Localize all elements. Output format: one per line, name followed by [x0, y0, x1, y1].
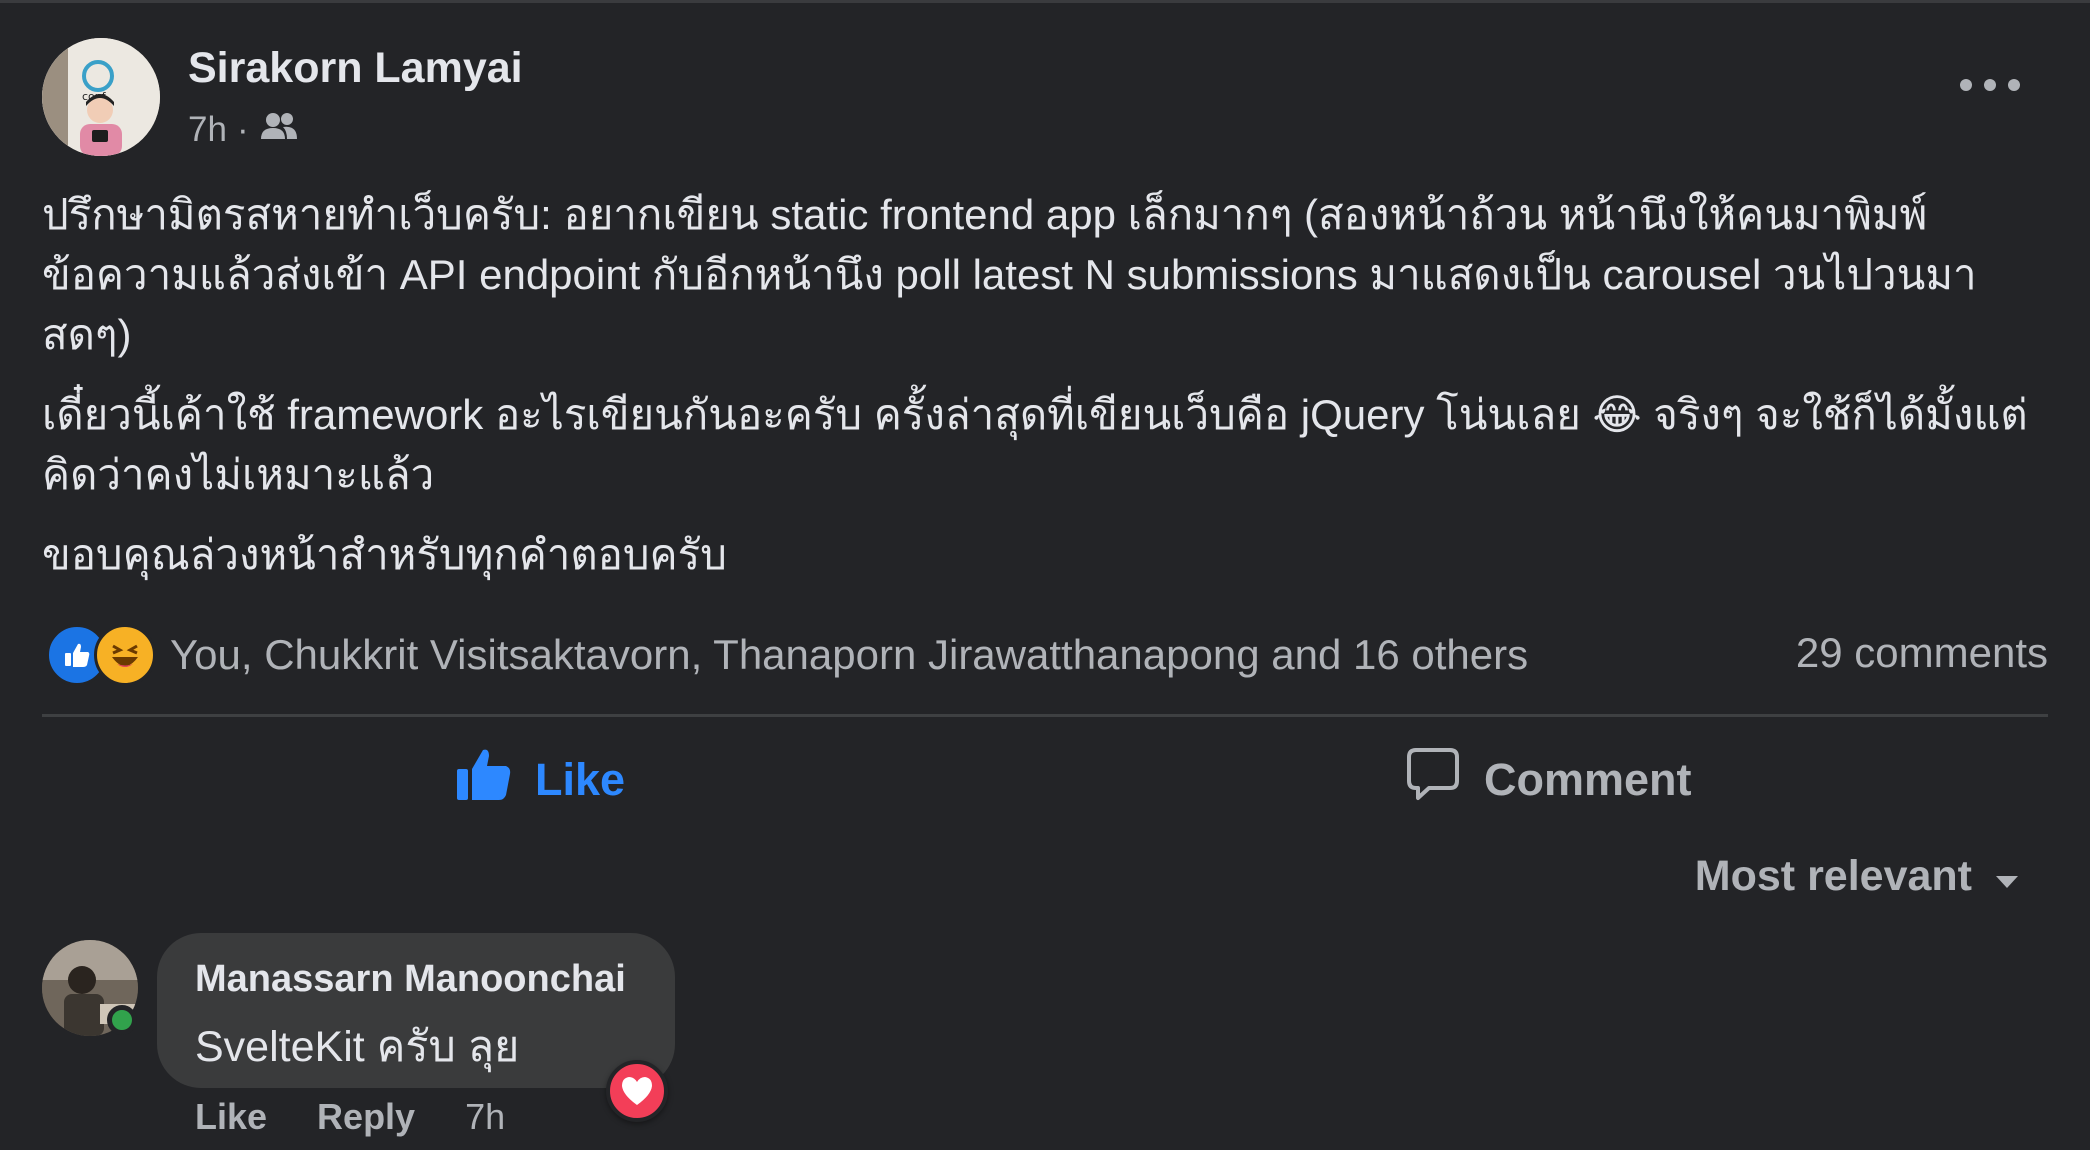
comment-text: SvelteKit ครับ ลุย [195, 1023, 520, 1071]
comment-button[interactable]: Comment [1404, 745, 1692, 814]
comment-time[interactable]: 7h [465, 1096, 505, 1138]
comment-bubble-icon [1404, 745, 1462, 814]
comment-actions: Like Reply 7h [195, 1096, 505, 1138]
online-status-indicator [107, 1005, 137, 1035]
comment-author-name[interactable]: Manassarn Manoonchai [195, 958, 626, 1001]
thumbs-up-icon [455, 745, 513, 814]
reactions-summary[interactable]: You, Chukkrit Visitsaktavorn, Thanaporn … [46, 624, 1528, 686]
meta-separator: · [236, 110, 249, 149]
comment-like-link[interactable]: Like [195, 1096, 267, 1138]
haha-reaction-icon [94, 624, 156, 686]
post-time[interactable]: 7h [188, 110, 227, 150]
tears-of-joy-emoji-icon: 😂 [1592, 391, 1642, 438]
reactions-text[interactable]: You, Chukkrit Visitsaktavorn, Thanaporn … [170, 631, 1528, 679]
comment-reply-link[interactable]: Reply [317, 1096, 415, 1138]
post-paragraph-3: ขอบคุณล่วงหน้าสำหรับทุกคำตอบครับ [42, 531, 727, 578]
post-paragraph-2: เดี๋ยวนี้เค้าใช้ framework อะไรเขียนกันอ… [42, 385, 2052, 505]
post-paragraph-1: ปรึกษามิตรสหายทำเว็บครับ: อยากเขียน stat… [42, 191, 1977, 358]
sort-comments-dropdown[interactable]: Most relevant [1695, 852, 2020, 901]
like-button[interactable]: Like [455, 745, 625, 814]
post-meta: 7h · [188, 110, 299, 150]
author-avatar[interactable]: conf [42, 38, 160, 156]
friends-audience-icon[interactable] [259, 110, 299, 150]
comments-count[interactable]: 29 comments [1796, 629, 2048, 677]
post-paragraph-2-part-1: เดี๋ยวนี้เค้าใช้ framework อะไรเขียนกันอ… [42, 391, 1581, 438]
caret-down-icon [1994, 852, 2020, 901]
like-button-label: Like [535, 753, 626, 805]
love-reaction-icon[interactable] [606, 1060, 668, 1122]
post-author-name[interactable]: Sirakorn Lamyai [188, 44, 523, 93]
sort-label: Most relevant [1694, 852, 1972, 900]
top-border [0, 0, 2090, 3]
more-options-icon[interactable] [1960, 70, 2020, 100]
post-body: ปรึกษามิตรสหายทำเว็บครับ: อยากเขียน stat… [42, 185, 2052, 605]
comment-button-label: Comment [1484, 753, 1692, 805]
divider [42, 714, 2048, 717]
